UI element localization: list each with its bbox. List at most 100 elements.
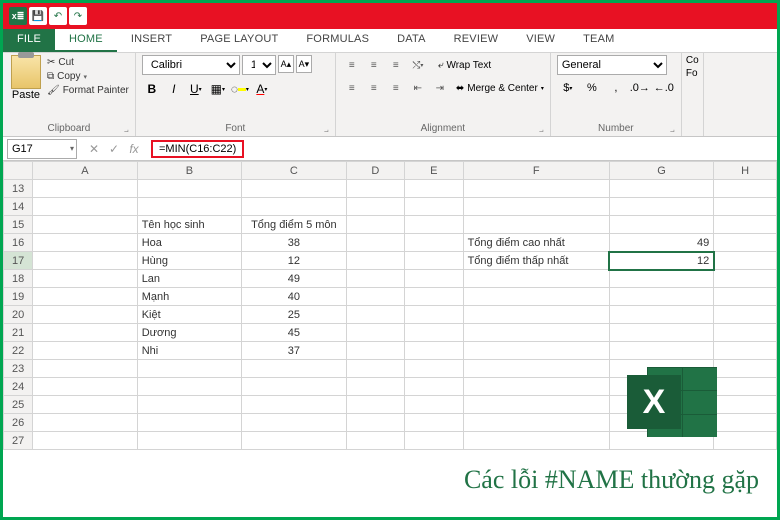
cell-F19[interactable] [463,288,609,306]
cell-A26[interactable] [33,414,137,432]
cell-F23[interactable] [463,360,609,378]
cell-H13[interactable] [714,180,777,198]
undo-icon[interactable]: ↶ [49,7,67,25]
cell-D18[interactable] [346,270,404,288]
tab-team[interactable]: TEAM [569,29,628,52]
cell-E16[interactable] [405,234,463,252]
cell-E13[interactable] [405,180,463,198]
cell-D15[interactable] [346,216,404,234]
cell-H24[interactable] [714,378,777,396]
cell-D22[interactable] [346,342,404,360]
cell-A24[interactable] [33,378,137,396]
cell-E14[interactable] [405,198,463,216]
orientation-icon[interactable]: ⤭▾ [408,55,428,75]
cell-A22[interactable] [33,342,137,360]
name-box[interactable]: G17 [7,139,77,159]
cell-A16[interactable] [33,234,137,252]
select-all-cell[interactable] [4,162,33,180]
cell-A20[interactable] [33,306,137,324]
cell-H21[interactable] [714,324,777,342]
fx-icon[interactable]: fx [125,142,143,156]
tab-review[interactable]: REVIEW [440,29,513,52]
cell-H27[interactable] [714,432,777,450]
redo-icon[interactable]: ↷ [69,7,87,25]
cell-C26[interactable] [242,414,346,432]
cell-D21[interactable] [346,324,404,342]
cell-G14[interactable] [609,198,713,216]
cell-B19[interactable]: Mạnh [137,288,241,306]
cell-C19[interactable]: 40 [242,288,346,306]
cell-H23[interactable] [714,360,777,378]
cell-D26[interactable] [346,414,404,432]
cell-F21[interactable] [463,324,609,342]
cell-B25[interactable] [137,396,241,414]
cell-B27[interactable] [137,432,241,450]
cell-B16[interactable]: Hoa [137,234,241,252]
cell-H20[interactable] [714,306,777,324]
row-header-14[interactable]: 14 [4,198,33,216]
align-left-icon[interactable]: ≡ [342,78,362,98]
cell-A23[interactable] [33,360,137,378]
cell-A25[interactable] [33,396,137,414]
currency-icon[interactable]: $▾ [557,78,579,98]
cell-C14[interactable] [242,198,346,216]
align-right-icon[interactable]: ≡ [386,78,406,98]
row-header-17[interactable]: 17 [4,252,33,270]
cell-B24[interactable] [137,378,241,396]
cell-D23[interactable] [346,360,404,378]
row-header-23[interactable]: 23 [4,360,33,378]
cell-D27[interactable] [346,432,404,450]
cell-C21[interactable]: 45 [242,324,346,342]
indent-dec-icon[interactable]: ⇤ [408,78,428,98]
cell-C13[interactable] [242,180,346,198]
conditional-formatting-button[interactable]: Co [686,55,699,66]
indent-inc-icon[interactable]: ⇥ [430,78,450,98]
align-bottom-icon[interactable]: ≡ [386,55,406,75]
cell-C24[interactable] [242,378,346,396]
cell-H14[interactable] [714,198,777,216]
cell-D14[interactable] [346,198,404,216]
bold-button[interactable]: B [142,78,162,100]
row-header-20[interactable]: 20 [4,306,33,324]
col-header-A[interactable]: A [33,162,137,180]
cell-F20[interactable] [463,306,609,324]
cell-F22[interactable] [463,342,609,360]
cell-A18[interactable] [33,270,137,288]
cell-D17[interactable] [346,252,404,270]
cell-E24[interactable] [405,378,463,396]
cell-G13[interactable] [609,180,713,198]
cell-C20[interactable]: 25 [242,306,346,324]
copy-button[interactable]: ⧉Copy ▾ [47,71,129,82]
cell-C15[interactable]: Tổng điểm 5 môn [242,216,346,234]
row-header-18[interactable]: 18 [4,270,33,288]
cell-B17[interactable]: Hùng [137,252,241,270]
cell-H15[interactable] [714,216,777,234]
cell-F26[interactable] [463,414,609,432]
col-header-B[interactable]: B [137,162,241,180]
cell-C27[interactable] [242,432,346,450]
paste-button[interactable]: Paste [9,55,43,122]
format-painter-button[interactable]: 🖌Format Painter [47,85,129,96]
formula-input[interactable]: =MIN(C16:C22) [151,140,244,158]
comma-icon[interactable]: , [605,78,627,98]
fill-color-button[interactable]: ◌▾ [230,78,250,100]
col-header-E[interactable]: E [405,162,463,180]
cell-G21[interactable] [609,324,713,342]
cell-E22[interactable] [405,342,463,360]
cell-E27[interactable] [405,432,463,450]
cell-G17[interactable]: 12 [609,252,713,270]
cell-H17[interactable] [714,252,777,270]
cell-F13[interactable] [463,180,609,198]
font-size-select[interactable]: 11 [242,55,276,75]
cell-D25[interactable] [346,396,404,414]
cell-G18[interactable] [609,270,713,288]
row-header-16[interactable]: 16 [4,234,33,252]
cell-D16[interactable] [346,234,404,252]
row-header-24[interactable]: 24 [4,378,33,396]
cell-D13[interactable] [346,180,404,198]
border-button[interactable]: ▦▾ [208,78,228,100]
enter-icon[interactable]: ✓ [105,142,123,156]
tab-page-layout[interactable]: PAGE LAYOUT [186,29,292,52]
font-family-select[interactable]: Calibri [142,55,240,75]
tab-view[interactable]: VIEW [512,29,569,52]
